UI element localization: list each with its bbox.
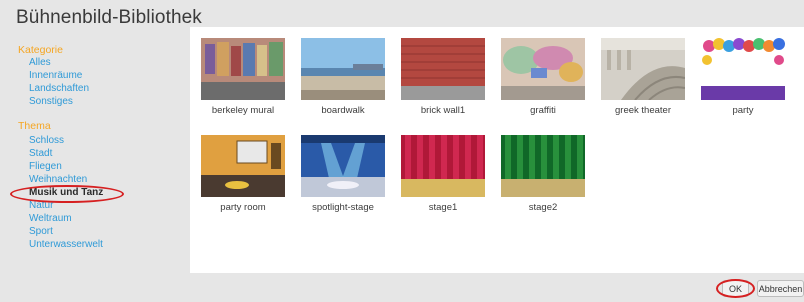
backdrop-thumbnail xyxy=(501,135,585,197)
backdrop-label: spotlight-stage xyxy=(312,202,374,213)
backdrop-thumbnail xyxy=(601,38,685,100)
backdrop-thumbnail xyxy=(701,38,785,100)
category-item-innenraeume[interactable]: Innenräume xyxy=(29,70,82,82)
category-item-sonstiges[interactable]: Sonstiges xyxy=(29,96,73,108)
theme-item-stadt[interactable]: Stadt xyxy=(29,148,52,160)
backdrop-label: boardwalk xyxy=(321,105,365,116)
backdrop-thumbnail xyxy=(301,135,385,197)
cancel-button[interactable]: Abbrechen xyxy=(757,280,804,297)
backdrop-label: brick wall1 xyxy=(420,105,466,116)
theme-item-fliegen[interactable]: Fliegen xyxy=(29,161,62,173)
backdrop-label: greek theater xyxy=(615,105,671,116)
theme-item-natur[interactable]: Natur xyxy=(29,200,53,212)
backdrop-thumbnail xyxy=(401,38,485,100)
dialog-title: Bühnenbild-Bibliothek xyxy=(16,7,202,28)
theme-heading: Thema xyxy=(18,120,51,132)
backdrop-thumbnail xyxy=(401,135,485,197)
theme-item-musik-und-tanz[interactable]: Musik und Tanz xyxy=(29,187,103,199)
backdrop-tile-berkeley-mural[interactable]: berkeley mural xyxy=(201,38,285,116)
backdrop-tile-spotlight-stage[interactable]: spotlight-stage xyxy=(301,135,385,213)
backdrop-thumbnail xyxy=(201,135,285,197)
backdrop-thumbnail xyxy=(301,38,385,100)
backdrop-label: stage1 xyxy=(428,202,458,213)
sidebar: Kategorie Alles Innenräume Landschaften … xyxy=(0,40,190,290)
theme-item-schloss[interactable]: Schloss xyxy=(29,135,64,147)
backdrop-tile-graffiti[interactable]: graffiti xyxy=(501,38,585,116)
theme-item-weltraum[interactable]: Weltraum xyxy=(29,213,72,225)
backdrop-label: stage2 xyxy=(528,202,558,213)
backdrop-tile-stage2[interactable]: stage2 xyxy=(501,135,585,213)
backdrop-tile-party-room[interactable]: party room xyxy=(201,135,285,213)
backdrop-label: party room xyxy=(220,202,266,213)
backdrop-tile-boardwalk[interactable]: boardwalk xyxy=(301,38,385,116)
backdrop-label: party xyxy=(732,105,754,116)
backdrop-tile-greek-theater[interactable]: greek theater xyxy=(601,38,685,116)
theme-item-weihnachten[interactable]: Weihnachten xyxy=(29,174,87,186)
backdrop-label: graffiti xyxy=(530,105,556,116)
theme-item-sport[interactable]: Sport xyxy=(29,226,53,238)
theme-item-unterwasserwelt[interactable]: Unterwasserwelt xyxy=(29,239,103,251)
backdrop-tile-brick-wall1[interactable]: brick wall1 xyxy=(401,38,485,116)
category-item-landschaften[interactable]: Landschaften xyxy=(29,83,89,95)
ok-button[interactable]: OK xyxy=(722,280,749,297)
backdrop-grid: berkeley mural boardwalk brick wall1 gra… xyxy=(190,27,804,273)
category-heading: Kategorie xyxy=(18,44,63,56)
backdrop-thumbnail xyxy=(501,38,585,100)
backdrop-thumbnail xyxy=(201,38,285,100)
backdrop-tile-party[interactable]: party xyxy=(701,38,785,116)
backdrop-label: berkeley mural xyxy=(211,105,275,116)
backdrop-tile-stage1[interactable]: stage1 xyxy=(401,135,485,213)
category-item-alles[interactable]: Alles xyxy=(29,57,51,69)
dialog-footer: OK Abbrechen xyxy=(0,273,804,302)
